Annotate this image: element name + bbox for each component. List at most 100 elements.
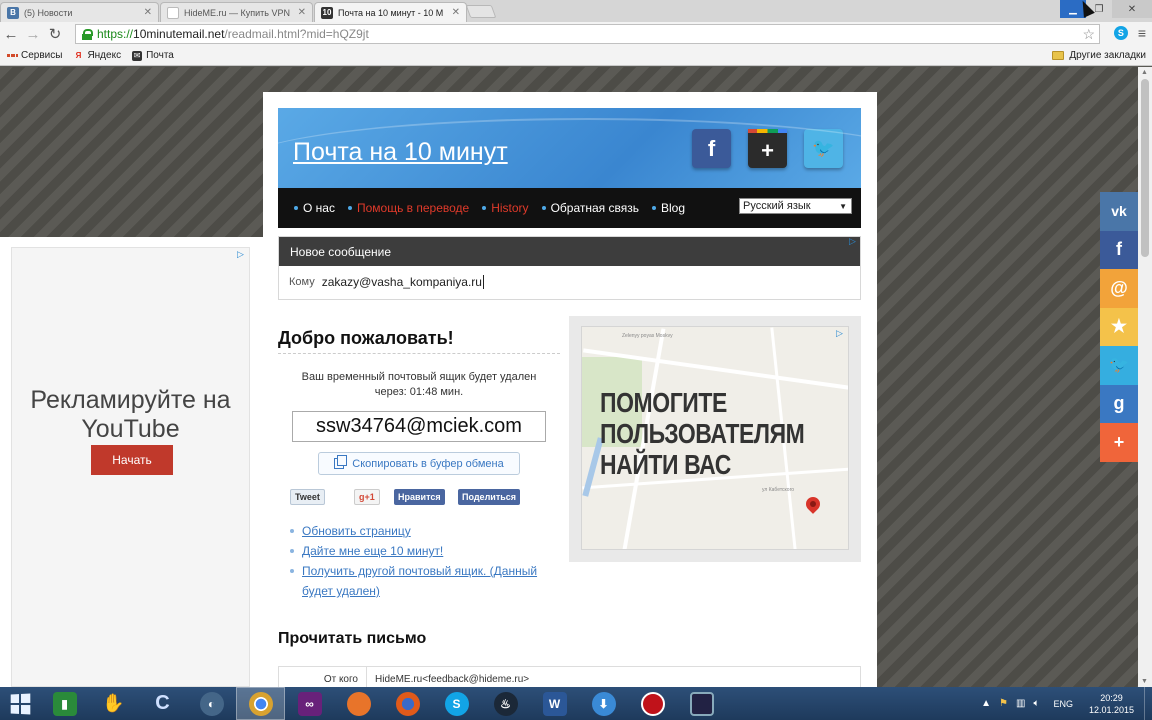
scroll-up-icon[interactable]: ▲ [1141,69,1148,76]
taskbar-orange-app[interactable] [334,687,383,720]
page-scrollbar[interactable]: ▲ ▼ [1138,67,1152,687]
close-tab-icon[interactable]: ✕ [144,7,152,18]
nav-feedback[interactable]: Обратная связь [542,201,639,215]
map-label: Zelenyy poyas Moskvy [622,333,673,339]
tab-title: Почта на 10 минут - 10 М [338,7,444,18]
start-button[interactable] [0,687,40,720]
nav-blog[interactable]: Blog [652,201,685,215]
new-message-to: Кому zakazy@vasha_kompaniya.ru [289,275,484,289]
bookmark-yandex[interactable]: Я Яндекс [73,50,122,61]
menu-icon[interactable]: ≡ [1138,25,1146,41]
language-select-value: Русский язык [743,200,811,212]
url-scheme: https:// [97,27,134,41]
new-mailbox-link[interactable]: Получить другой почтовый ящик. (Данный б… [290,561,560,601]
twitter-icon[interactable]: 🐦 [804,129,843,168]
map-pin-icon [803,494,823,514]
refresh-page-link[interactable]: Обновить страницу [290,521,560,541]
skype-extension-icon[interactable]: S [1113,26,1128,40]
youtube-ad-frame: ▷ Рекламируйте на YouTube Начать [11,247,250,687]
clock[interactable]: 20:29 12.01.2015 [1089,692,1134,716]
nav-about[interactable]: О нас [294,201,335,215]
adchoices-icon[interactable]: ▷ [836,328,846,338]
copy-icon [334,455,348,469]
vk-icon[interactable]: vk [1100,192,1138,231]
mailru-icon[interactable]: @ [1100,269,1138,308]
map-image: Zelenyy poyas Moskvy ул Кабетского ПОМОГ… [581,326,849,550]
input-language[interactable]: ENG [1053,699,1073,709]
social-share-sidebar: vk f @ ★ 🐦 g + [1100,192,1138,462]
taskbar-visual-studio[interactable]: ∞ [285,687,334,720]
taskbar-speedfan[interactable]: ◐ [187,687,236,720]
facebook-icon[interactable]: f [1100,230,1138,269]
address-bar[interactable]: https://10minutemail.net/readmail.html?m… [75,24,1100,44]
warning-flag-icon[interactable]: ⚑ [999,698,1008,709]
youtube-ad[interactable]: ▷ Рекламируйте на YouTube Начать [0,237,263,687]
favorites-star-icon[interactable]: ★ [1100,307,1138,346]
google-icon[interactable]: g [1100,384,1138,423]
mailbox-address[interactable]: ssw34764@mciek.com [292,411,546,442]
close-window-icon[interactable]: ✕ [1112,0,1152,18]
facebook-icon[interactable]: f [692,129,731,168]
welcome-panel: Добро пожаловать! Ваш временный почтовый… [278,328,560,601]
taskbar-word[interactable]: W [530,687,579,720]
yandex-icon: Я [75,51,82,60]
tab-10minutemail[interactable]: 10 Почта на 10 минут - 10 М ✕ [314,2,467,22]
taskbar-chrome[interactable] [236,687,285,720]
taskbar-skype[interactable]: S [432,687,481,720]
network-icon[interactable]: ▥ [1016,698,1025,709]
close-tab-icon[interactable]: ✕ [298,7,306,18]
nav-translate-help[interactable]: Помощь в переводе [348,201,469,215]
gplus-button[interactable]: g+1 [354,489,380,505]
bookmark-mail[interactable]: ✉ Почта [132,50,174,61]
language-select[interactable]: Русский язык ▼ [739,198,852,214]
tweet-button[interactable]: Tweet [290,489,325,505]
site-logo[interactable]: Почта на 10 минут [293,138,508,167]
expiry-timer: через: 01:48 мин. [374,386,464,398]
taskbar-steam[interactable]: ♨ [481,687,530,720]
twitter-icon[interactable]: 🐦 [1100,346,1138,385]
taskbar-cleaner[interactable]: C [138,687,187,720]
other-bookmarks[interactable]: Другие закладки [1052,50,1146,61]
tab-hideme[interactable]: HideME.ru — Купить VPN ✕ [160,2,313,22]
skype-icon: S [444,691,469,716]
taskbar-resource-monitor[interactable]: ▮ [40,687,89,720]
taskbar-recorder[interactable]: ✋ [89,687,138,720]
nav-history[interactable]: History [482,201,528,215]
taskbar-downloader[interactable]: ⬇ [579,687,628,720]
close-tab-icon[interactable]: ✕ [452,7,460,18]
fb-like-button[interactable]: Нравится [394,489,445,505]
forward-arrow-icon[interactable]: → [22,23,44,45]
tray-expand-icon[interactable]: ▲ [981,698,991,709]
taskbar-record[interactable] [628,687,677,720]
site-nav: О нас Помощь в переводе History Обратная… [278,188,861,228]
fb-share-button[interactable]: Поделиться [458,489,521,505]
new-tab-button[interactable] [465,5,497,18]
chrome-icon [248,691,273,716]
volume-icon[interactable]: 🔈︎ [1033,698,1039,709]
bookmark-services[interactable]: Сервисы [7,50,62,61]
to-value: zakazy@vasha_kompaniya.ru [321,275,484,289]
taskbar-remote-desktop[interactable] [677,687,726,720]
youtube-ad-start-button[interactable]: Начать [91,445,173,475]
taskbar-firefox[interactable] [383,687,432,720]
scrollbar-thumb[interactable] [1141,79,1149,257]
window-controls: ▁ ❐ ✕ [1060,0,1152,18]
reload-icon[interactable]: ↻ [44,23,66,45]
more-plus-icon[interactable]: + [1100,423,1138,462]
back-arrow-icon[interactable]: ← [0,23,22,45]
show-desktop-button[interactable] [1144,687,1152,720]
adchoices-icon[interactable]: ▷ [237,249,247,259]
download-icon: ⬇ [591,691,616,716]
extend-10-minutes-link[interactable]: Дайте мне еще 10 минут! [290,541,560,561]
google-plus-icon[interactable]: + [748,129,787,168]
new-message-banner[interactable]: ▷ Новое сообщение Кому zakazy@vasha_komp… [278,236,861,300]
tab-news[interactable]: В (5) Новости ✕ [0,2,159,22]
other-bookmarks-label: Другие закладки [1069,50,1146,61]
google-maps-ad[interactable]: Zelenyy poyas Moskvy ул Кабетского ПОМОГ… [569,316,861,562]
bookmark-star-icon[interactable]: ☆ [1082,26,1095,43]
steam-icon: ♨ [493,691,518,716]
copy-to-clipboard-button[interactable]: Скопировать в буфер обмена [318,452,520,475]
scroll-down-icon[interactable]: ▼ [1141,678,1148,685]
page-icon [167,6,179,19]
adchoices-icon[interactable]: ▷ [849,236,859,246]
